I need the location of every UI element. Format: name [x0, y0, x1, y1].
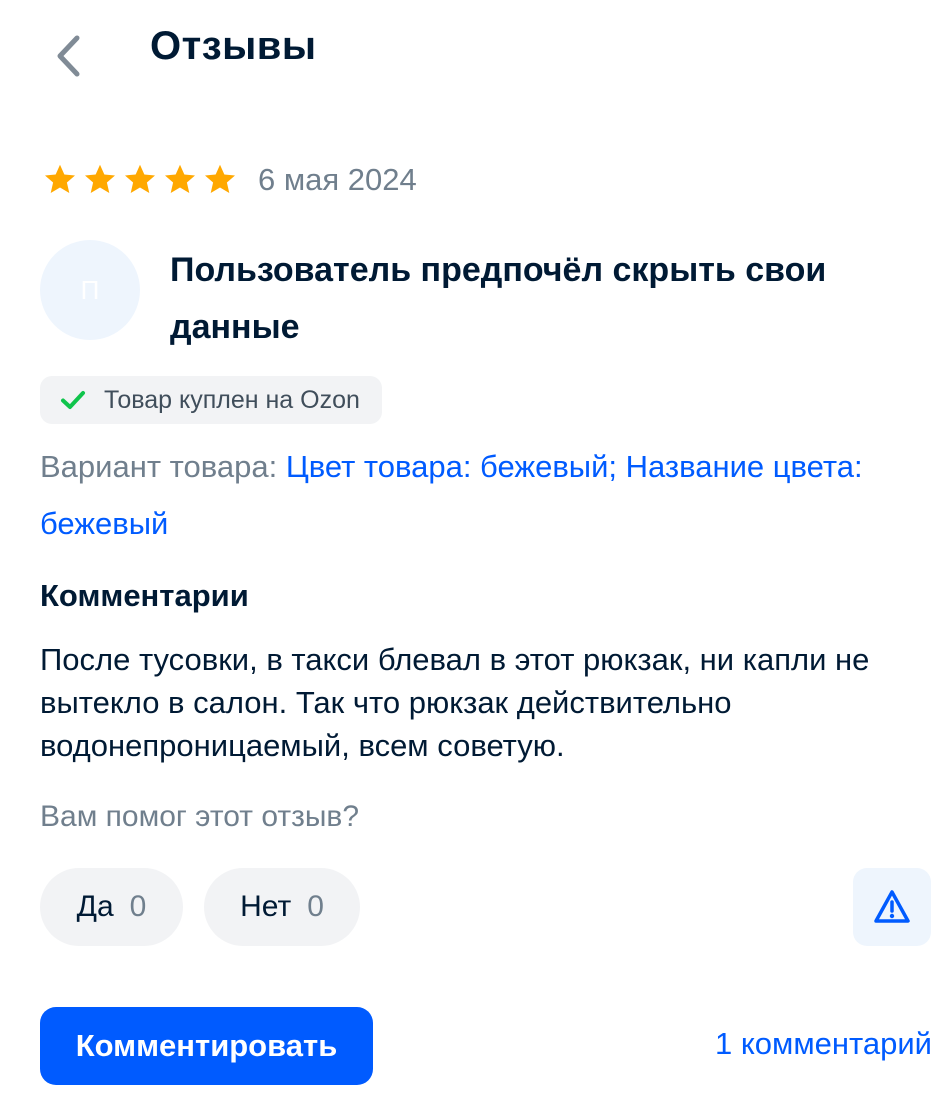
- comments-count-link[interactable]: 1 комментарий: [715, 1026, 932, 1062]
- star-icon: [85, 164, 115, 194]
- comment-button[interactable]: Комментировать: [40, 1007, 373, 1085]
- page-title: Отзывы: [150, 24, 317, 68]
- variant-label: Вариант товара:: [40, 449, 286, 484]
- purchased-badge-label: Товар куплен на Ozon: [104, 385, 360, 414]
- header: Отзывы: [0, 0, 950, 110]
- review-text: После тусовки, в такси блевал в этот рюк…: [40, 642, 870, 763]
- comments-heading: Комментарии: [40, 578, 249, 613]
- rating-row: 6 мая 2024: [42, 162, 417, 198]
- vote-no-label: Нет: [240, 890, 292, 923]
- purchased-badge: Товар куплен на Ozon: [40, 376, 382, 424]
- chevron-left-icon: [57, 35, 80, 77]
- vote-no-button[interactable]: Нет 0: [204, 868, 360, 946]
- author-row: П Пользователь предпочёл скрыть свои дан…: [40, 240, 920, 356]
- vote-yes-label: Да: [76, 890, 114, 923]
- review-date: 6 мая 2024: [258, 162, 417, 197]
- product-variant: Вариант товара: Цвет товара: бежевый; На…: [40, 438, 900, 552]
- helpful-question: Вам помог этот отзыв?: [40, 800, 360, 833]
- check-icon: [61, 391, 85, 409]
- star-rating: [42, 162, 238, 198]
- author-name: Пользователь предпочёл скрыть свои данны…: [170, 251, 827, 346]
- report-button[interactable]: [853, 868, 931, 946]
- vote-yes-count: 0: [129, 890, 147, 923]
- star-icon: [125, 164, 155, 194]
- star-icon: [165, 164, 195, 194]
- star-icon: [45, 164, 75, 194]
- vote-no-count: 0: [307, 890, 324, 923]
- avatar: П: [40, 240, 140, 340]
- warning-icon: [874, 890, 910, 923]
- star-icon: [205, 164, 235, 194]
- vote-yes-button[interactable]: Да 0: [40, 868, 183, 946]
- back-button[interactable]: [40, 28, 96, 84]
